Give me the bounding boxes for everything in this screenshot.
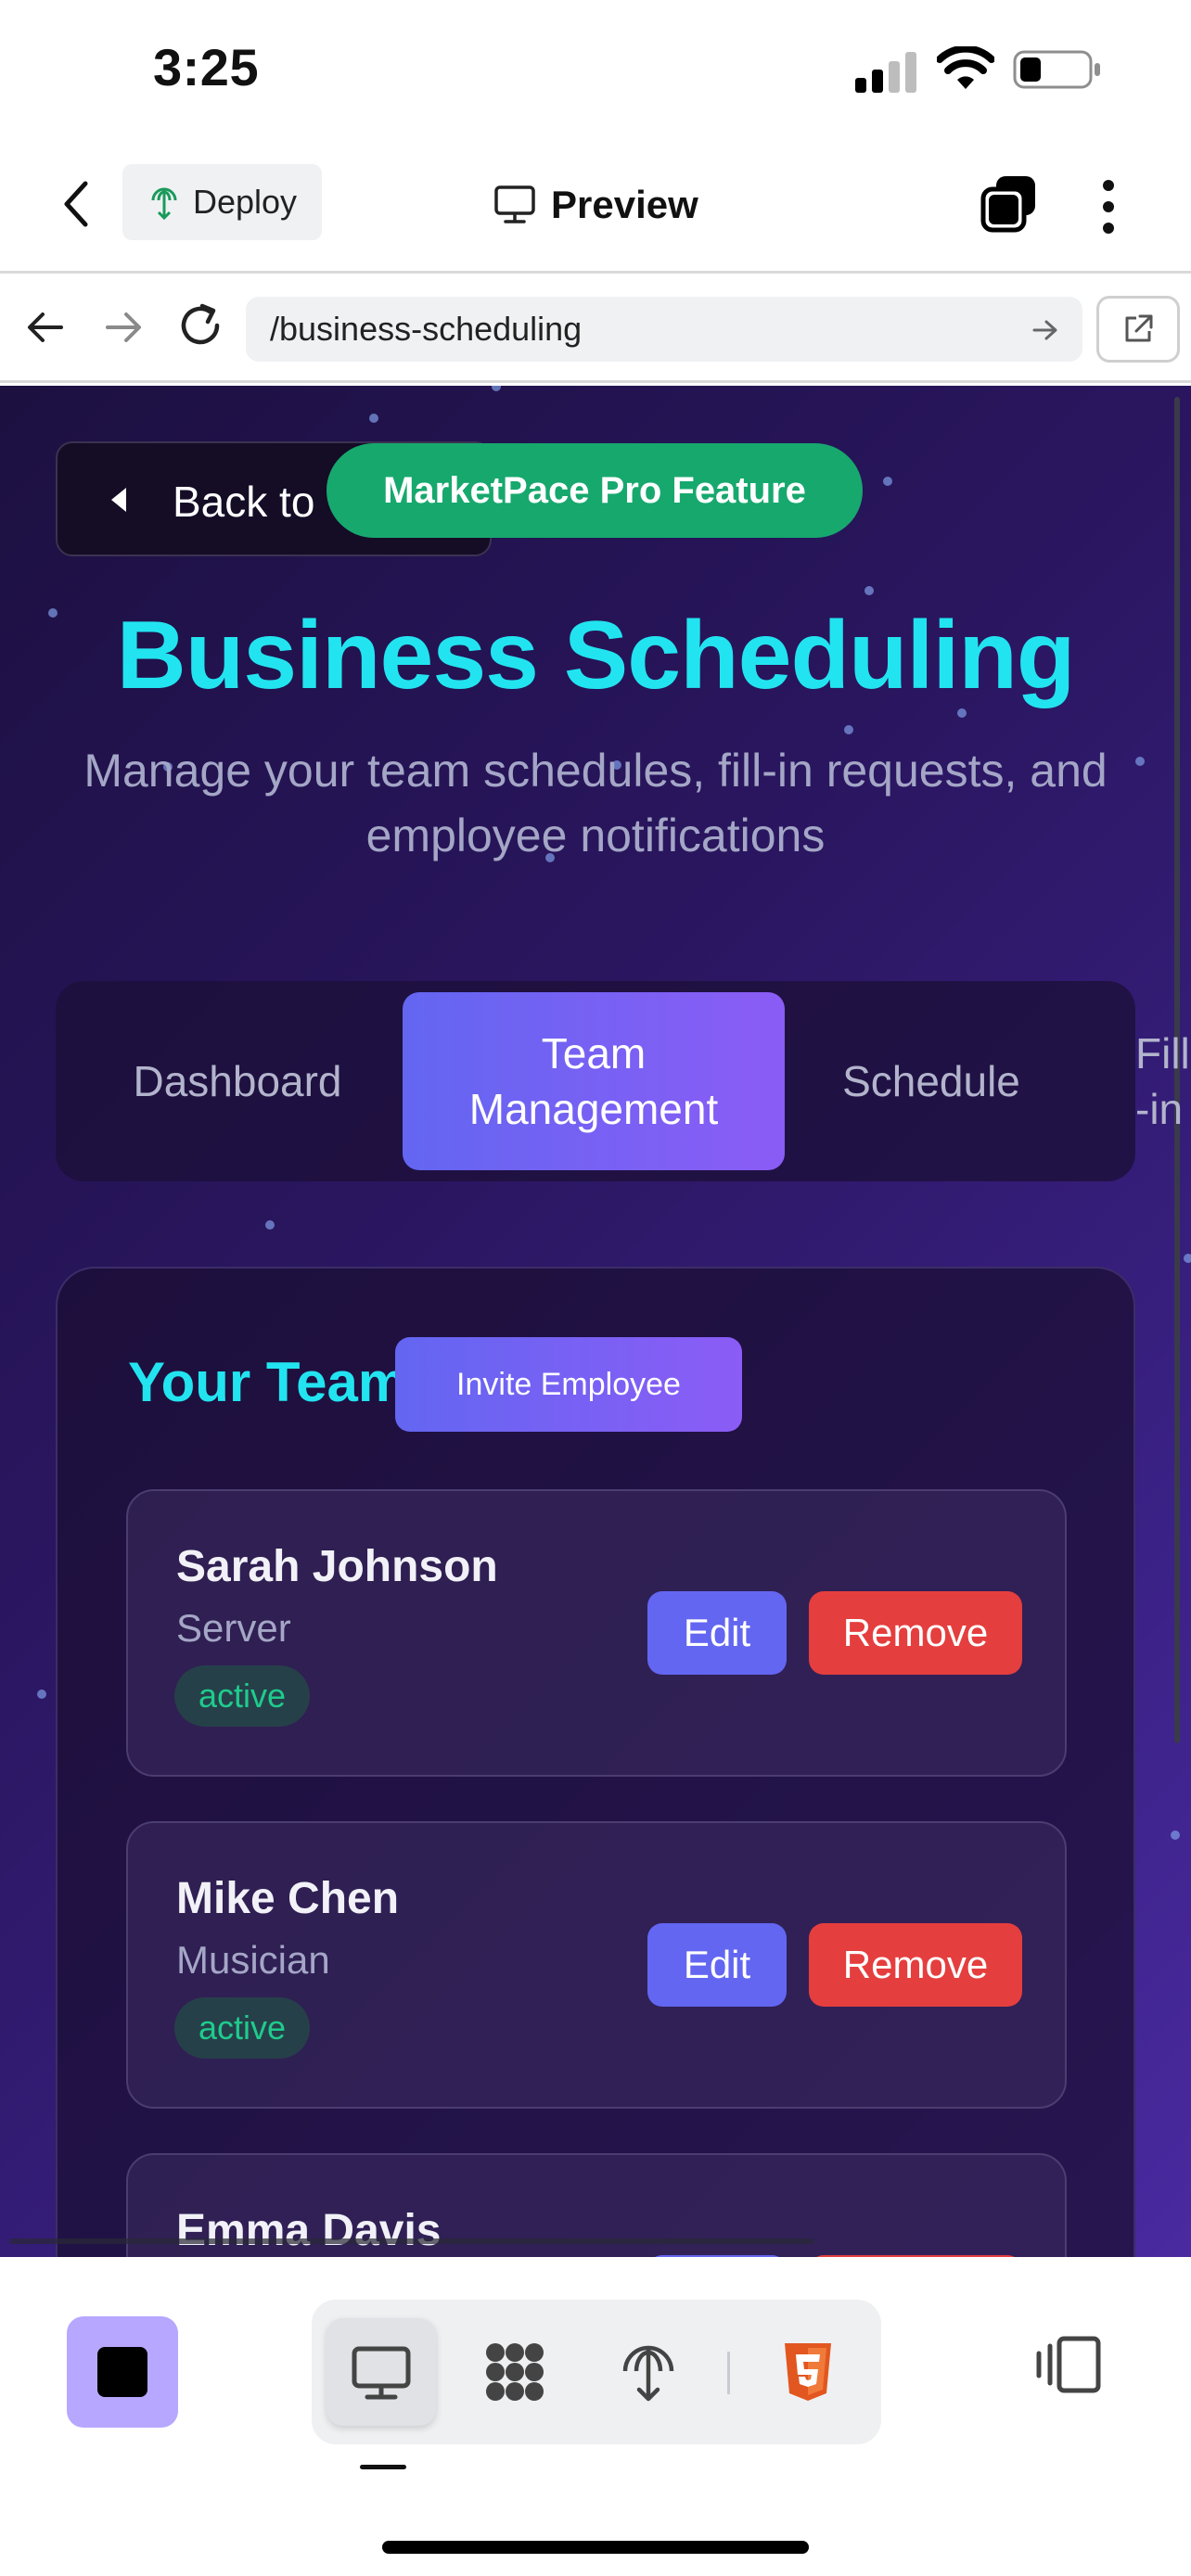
employee-role: Server [176,1606,291,1650]
external-link-icon [1125,314,1153,342]
deploy-icon[interactable] [594,2318,703,2426]
tab-label: Team Management [468,1029,719,1133]
employee-card: Mike Chen Musician active Edit Remove [126,1821,1067,2109]
background-particle [1171,1830,1180,1840]
back-label: Back to [173,478,315,526]
nodes-icon [486,2343,544,2401]
caret-left-icon [111,488,126,512]
go-arrow-icon[interactable] [1031,317,1060,343]
background-particle [369,414,378,423]
view-mode-switcher [312,2300,881,2444]
monitor-icon [352,2346,411,2400]
html5-icon[interactable] [753,2318,863,2426]
app-grid-icon[interactable] [460,2318,570,2426]
remove-button[interactable]: Remove [809,1591,1022,1675]
back-chevron-icon[interactable] [58,176,95,232]
team-panel: Your Team Invite Employee Sarah Johnson … [56,1267,1135,2257]
url-input[interactable]: /business-scheduling [246,297,1082,362]
tab-team-management[interactable]: Team Management [403,992,785,1170]
deploy-icon [151,187,177,220]
employee-name: Sarah Johnson [176,1542,498,1591]
url-text: /business-scheduling [270,310,583,348]
edit-button[interactable]: Edit [647,1591,787,1675]
background-particle [37,1690,46,1699]
invite-employee-button[interactable]: Invite Employee [395,1337,742,1432]
status-badge: active [174,1665,311,1727]
antenna-icon [622,2345,674,2402]
employee-role: Musician [176,1938,330,1982]
browser-url-bar: /business-scheduling [0,274,1191,383]
employee-name: Emma Davis [176,2206,442,2255]
more-options-icon[interactable] [1095,174,1122,239]
pro-feature-badge: MarketPace Pro Feature [327,443,863,538]
deploy-label: Deploy [193,183,298,221]
background-particle [844,725,853,734]
team-title: Your Team [128,1351,408,1413]
remove-label: Remove [842,1943,989,1986]
background-particle [864,586,874,595]
status-text: active [198,1677,287,1715]
tabs-icon[interactable] [980,174,1039,234]
background-particle [492,386,501,391]
preview-label: Preview [551,183,698,226]
battery-icon [1013,50,1100,89]
device-layout-icon[interactable] [1033,2333,1104,2396]
remove-label: Remove [842,1611,989,1654]
deploy-button[interactable]: Deploy [122,164,322,240]
tab-label: Dashboard [133,1057,342,1105]
status-badge: active [174,1997,311,2059]
edit-label: Edit [683,1943,751,1986]
web-view: Back to MarketPace Pro Feature Business … [0,386,1191,2257]
reload-icon[interactable] [176,301,224,350]
tab-label: Fill-in [1135,1029,1190,1133]
employee-card: Sarah Johnson Server active Edit Remove [126,1489,1067,1777]
background-particle [1184,1254,1191,1263]
divider [727,2352,730,2394]
open-external-button[interactable] [1096,296,1180,363]
page-subtitle: Manage your team schedules, fill-in requ… [83,745,1108,861]
edit-label: Edit [683,1611,751,1654]
status-text: active [198,2009,287,2047]
html5-shield-icon [785,2343,831,2401]
background-particle [1135,757,1145,766]
monitor-icon [494,185,535,223]
status-time: 3:25 [153,38,260,96]
browser-back-icon[interactable] [24,309,67,346]
stop-icon [97,2347,147,2397]
wifi-icon [937,46,994,89]
tab-schedule[interactable]: Schedule [820,981,1043,1181]
status-bar: 3:25 [0,0,1191,139]
app-toolbar: Deploy Preview [0,139,1191,274]
preview-title: Preview [493,174,698,236]
page-title: Business Scheduling [116,602,1076,709]
stop-button[interactable] [67,2316,178,2428]
tab-fill-in[interactable]: Fill-in [1135,981,1191,1181]
tab-label: Schedule [842,1057,1020,1105]
home-indicator [382,2541,809,2554]
active-mode-indicator [360,2465,406,2469]
desktop-preview-icon[interactable] [327,2318,436,2426]
remove-button[interactable]: Remove [809,1923,1022,2007]
cellular-signal-icon [855,52,916,93]
edit-button[interactable]: Edit [647,1923,787,2007]
section-tabs: Dashboard Team Management Schedule Fill-… [56,981,1190,1181]
tab-dashboard[interactable]: Dashboard [102,981,373,1181]
browser-forward-icon[interactable] [102,309,145,346]
invite-label: Invite Employee [456,1366,681,1402]
background-particle [265,1220,275,1230]
horizontal-scrollbar[interactable] [9,2238,814,2244]
pro-feature-label: MarketPace Pro Feature [383,469,806,511]
employee-name: Mike Chen [176,1874,400,1923]
background-particle [883,477,892,486]
bottom-dock [0,2257,1191,2576]
